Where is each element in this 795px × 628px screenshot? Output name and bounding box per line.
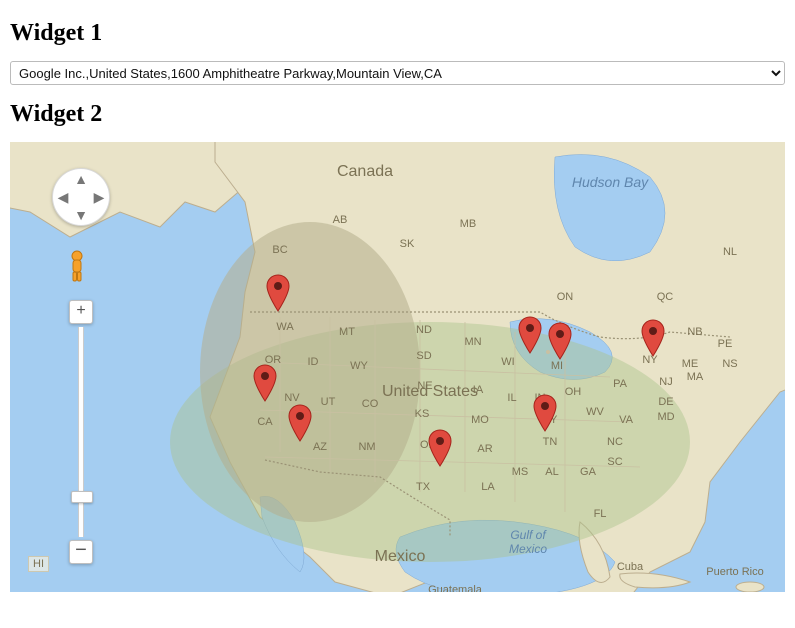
map-land: [10, 142, 785, 592]
map-zoom-thumb[interactable]: [71, 491, 93, 503]
map-zoom-out-button[interactable]: −: [69, 540, 93, 564]
map-marker-wisconsin[interactable]: [518, 316, 542, 354]
map-pan-left-icon[interactable]: ◀: [55, 189, 71, 205]
map-zoom-in-button[interactable]: +: [69, 300, 93, 324]
map-marker-michigan[interactable]: [548, 322, 572, 360]
map[interactable]: Canada United States Mexico Hudson Bay G…: [10, 142, 785, 592]
map-inset-hi: HI: [28, 556, 49, 572]
map-marker-norcal[interactable]: [253, 364, 277, 402]
map-zoom-control: + −: [70, 300, 92, 564]
map-zoom-slider[interactable]: [78, 327, 84, 537]
map-pan-up-icon[interactable]: ▲: [73, 171, 89, 187]
map-marker-socal[interactable]: [288, 404, 312, 442]
map-marker-tennessee[interactable]: [533, 394, 557, 432]
map-pan-control: ▲ ▼ ◀ ▶: [52, 168, 110, 226]
map-marker-texas[interactable]: [428, 429, 452, 467]
widget2-heading: Widget 2: [10, 101, 785, 128]
map-pan-down-icon[interactable]: ▼: [73, 207, 89, 223]
streetview-pegman-icon[interactable]: [64, 250, 90, 282]
map-marker-newyork[interactable]: [641, 319, 665, 357]
widget1-heading: Widget 1: [10, 20, 785, 47]
map-pan-right-icon[interactable]: ▶: [91, 189, 107, 205]
map-marker-seattle[interactable]: [266, 274, 290, 312]
address-select[interactable]: Google Inc.,United States,1600 Amphithea…: [10, 61, 785, 85]
